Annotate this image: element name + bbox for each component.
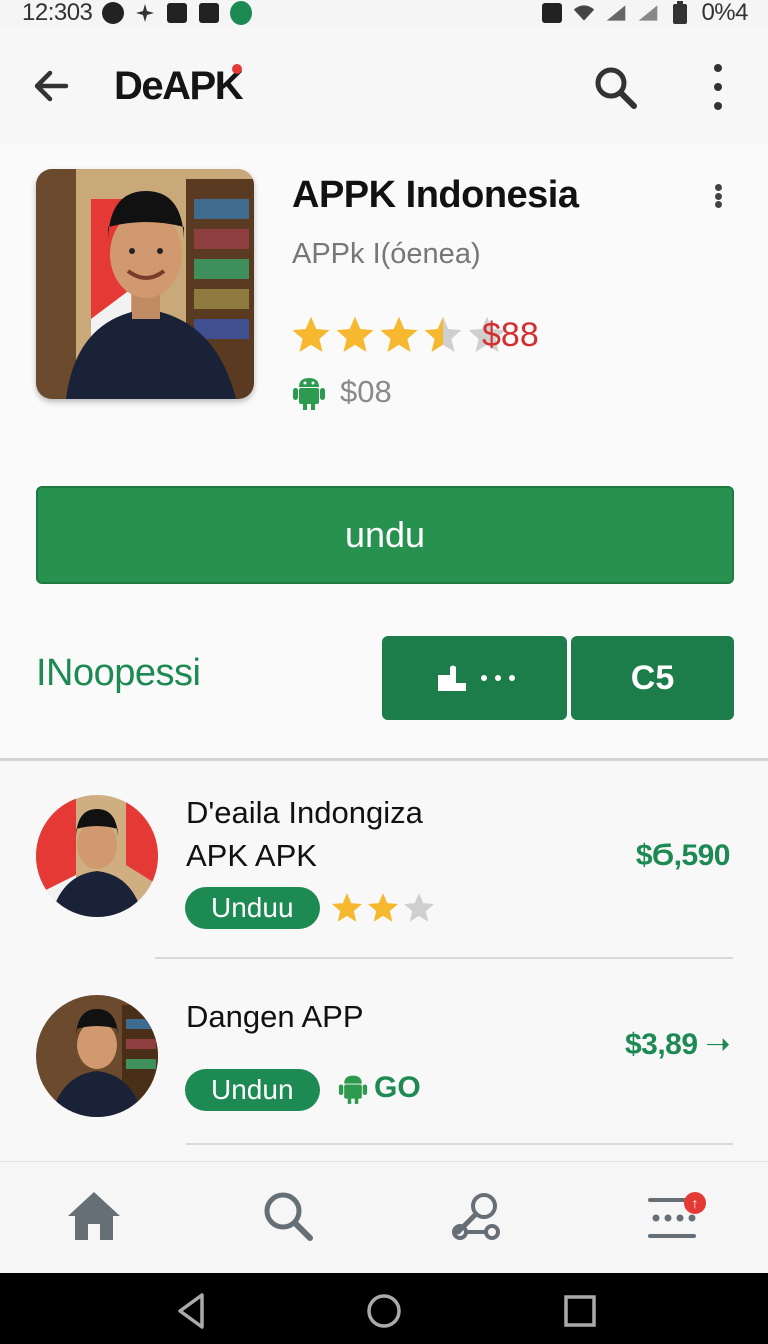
chip-button-c5[interactable]: C5 xyxy=(571,636,734,720)
app-price: $88 xyxy=(482,316,539,354)
notification-badge: ↑ xyxy=(684,1192,706,1214)
search-icon[interactable] xyxy=(258,1186,318,1246)
star-icon xyxy=(366,891,400,925)
star-icon xyxy=(378,314,420,356)
fan-icon xyxy=(134,3,156,23)
rating-stars xyxy=(290,314,508,356)
globe-icon xyxy=(102,2,125,24)
list-divider xyxy=(155,957,733,959)
star-icon xyxy=(290,314,332,356)
platform-label: GO xyxy=(374,1071,421,1104)
more-vert-icon[interactable] xyxy=(704,64,732,110)
android-icon xyxy=(292,374,326,410)
wifi-icon xyxy=(573,3,595,23)
list-item-download-badge[interactable]: Undun xyxy=(185,1069,320,1111)
tools-icon[interactable] xyxy=(446,1186,506,1246)
status-bar: 12:303 0%4 xyxy=(0,0,768,26)
search-icon[interactable] xyxy=(590,62,640,112)
star-icon xyxy=(330,891,364,925)
signal-icon xyxy=(605,3,627,23)
list-item-avatar xyxy=(36,995,158,1117)
list-item-rating xyxy=(330,891,436,925)
section-title: INoopessi xyxy=(36,652,201,694)
star-icon xyxy=(402,891,436,925)
home-circle-icon[interactable] xyxy=(364,1291,404,1331)
download-button[interactable]: undu xyxy=(36,486,734,584)
app-name: APPK Indonesia xyxy=(292,174,579,216)
list-item-platform: GO xyxy=(338,1071,421,1105)
star-icon xyxy=(334,314,376,356)
back-arrow-icon[interactable] xyxy=(30,64,74,108)
list-item-price: $Ϭ,590 xyxy=(635,839,731,872)
share-chip-button[interactable] xyxy=(382,636,567,720)
battery-level: 0%4 xyxy=(701,0,748,26)
nfc-icon xyxy=(166,3,188,23)
card-more-icon[interactable] xyxy=(710,184,726,208)
app-card: APPK Indonesia APPk I(óenea) $88 $08 und… xyxy=(0,144,768,758)
battery-icon xyxy=(669,1,691,24)
app-photo[interactable] xyxy=(36,169,254,399)
status-left: 12:303 xyxy=(22,0,253,27)
android-icon xyxy=(338,1075,368,1104)
list-item[interactable]: D'eaila Indongiza APK APK $Ϭ,590 Unduu xyxy=(0,761,768,961)
home-icon[interactable] xyxy=(64,1186,124,1246)
status-right: 0%4 xyxy=(541,0,748,27)
android-price: $08 xyxy=(340,374,392,409)
notification-dot xyxy=(232,64,242,74)
star-icon xyxy=(422,314,464,356)
list-item-price: $3,89 ➝ xyxy=(624,1028,731,1061)
list-divider xyxy=(186,1143,733,1145)
signal-2-icon xyxy=(637,3,659,23)
status-time: 12:303 xyxy=(22,0,93,26)
more-dots xyxy=(480,675,515,681)
bottom-nav: ↑ xyxy=(0,1161,768,1273)
app-subtitle: APPk I(óenea) xyxy=(292,238,481,270)
back-triangle-icon[interactable] xyxy=(172,1291,212,1331)
edit-icon xyxy=(198,3,220,23)
whatsapp-icon xyxy=(230,1,253,25)
list-item-download-badge[interactable]: Unduu xyxy=(185,887,320,929)
list-item-subtitle: APK APK xyxy=(186,838,317,873)
app-bar: DeAPK xyxy=(0,26,768,144)
hand-icon xyxy=(437,665,466,691)
list-item-title: D'eaila Indongiza xyxy=(186,795,423,830)
system-nav-bar xyxy=(0,1273,768,1344)
list-item-title: Dangen APP xyxy=(186,999,364,1034)
android-row: $08 xyxy=(292,374,392,410)
silent-icon xyxy=(541,3,563,23)
app-title: DeAPK xyxy=(114,64,244,108)
app-list: D'eaila Indongiza APK APK $Ϭ,590 Unduu D… xyxy=(0,761,768,1161)
recents-square-icon[interactable] xyxy=(560,1291,600,1331)
list-item-avatar xyxy=(36,795,158,917)
list-item[interactable]: Dangen APP $3,89 ➝ Undun GO xyxy=(0,961,768,1151)
